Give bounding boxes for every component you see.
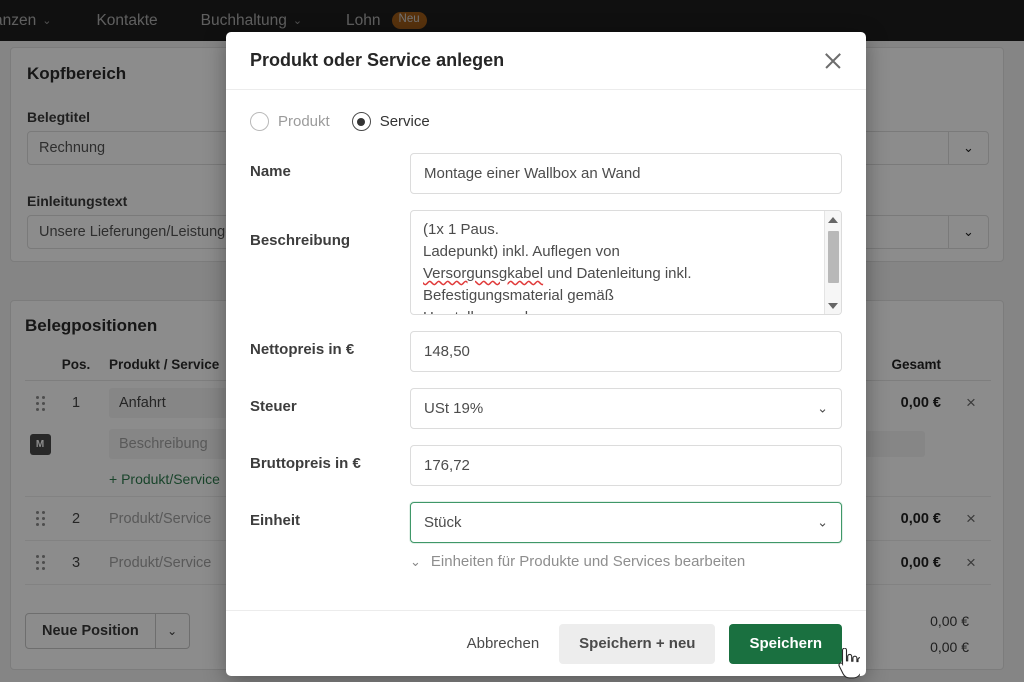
radio-option-produkt-label: Produkt xyxy=(278,113,330,130)
type-radio-group: Produkt Service xyxy=(250,112,842,131)
name-label: Name xyxy=(250,163,291,180)
description-line-4: Befestigungsmaterial gemäß xyxy=(423,287,614,304)
gross-price-input[interactable]: 176,72 xyxy=(410,445,842,486)
tax-field-row: Steuer USt 19% ⌄ xyxy=(250,388,842,429)
tax-label: Steuer xyxy=(250,398,297,415)
net-price-input[interactable]: 148,50 xyxy=(410,331,842,372)
radio-circle-icon xyxy=(250,112,269,131)
unit-label: Einheit xyxy=(250,512,301,529)
description-label: Beschreibung xyxy=(250,232,351,249)
net-price-field-row: Nettopreis in € 148,50 xyxy=(250,331,842,372)
tax-value: USt 19% xyxy=(424,400,484,417)
description-line-2: Ladepunkt) inkl. Auflegen von xyxy=(423,243,620,260)
radio-circle-selected-icon xyxy=(351,112,371,131)
dialog-footer: Abbrechen Speichern + neu Speichern xyxy=(226,610,866,676)
description-misspelled-word: Versorgunsgkabel xyxy=(423,265,544,282)
name-input[interactable]: Montage einer Wallbox an Wand xyxy=(410,153,842,194)
name-field-row: Name Montage einer Wallbox an Wand xyxy=(250,153,842,194)
description-text: (1x 1 Paus. Ladepunkt) inkl. Auflegen von… xyxy=(411,211,829,314)
dialog-body: Produkt Service Name Montage einer Wallb… xyxy=(226,90,866,610)
create-product-or-service-dialog: Produkt oder Service anlegen Produkt Ser… xyxy=(226,32,866,676)
description-line-1: (1x 1 Paus. xyxy=(423,221,499,238)
edit-units-label: Einheiten für Produkte und Services bear… xyxy=(430,553,746,570)
edit-units-link[interactable]: ⌄ Einheiten für Produkte und Services be… xyxy=(410,553,842,570)
description-field-row: Beschreibung (1x 1 Paus. Ladepunkt) inkl.… xyxy=(250,210,842,315)
description-scrollbar[interactable] xyxy=(824,211,841,314)
net-price-label: Nettopreis in € xyxy=(250,341,355,358)
tax-select[interactable]: USt 19% xyxy=(410,388,842,429)
close-icon[interactable] xyxy=(818,46,848,76)
description-line-3-rest: und Datenleitung inkl. xyxy=(543,265,692,282)
name-input-value: Montage einer Wallbox an Wand xyxy=(424,165,641,182)
unit-field-row: Einheit Stück ⌄ xyxy=(250,502,842,543)
gross-price-value: 176,72 xyxy=(424,457,470,474)
unit-select[interactable]: Stück xyxy=(410,502,842,543)
description-textarea[interactable]: (1x 1 Paus. Ladepunkt) inkl. Auflegen von… xyxy=(410,210,842,315)
cancel-button[interactable]: Abbrechen xyxy=(461,624,546,664)
radio-option-service-label: Service xyxy=(379,113,430,130)
radio-option-service[interactable]: Service xyxy=(351,112,430,131)
radio-option-produkt[interactable]: Produkt xyxy=(250,112,330,131)
gross-price-field-row: Bruttopreis in € 176,72 xyxy=(250,445,842,486)
gross-price-label: Bruttopreis in € xyxy=(250,455,361,472)
description-line-5: Herstellervorgabe. xyxy=(423,309,546,314)
dialog-title: Produkt oder Service anlegen xyxy=(250,50,505,70)
chevron-down-icon: ⌄ xyxy=(410,553,421,569)
scroll-down-icon[interactable] xyxy=(828,297,838,314)
dialog-header: Produkt oder Service anlegen xyxy=(226,32,866,90)
save-button[interactable]: Speichern xyxy=(729,623,842,664)
unit-value: Stück xyxy=(424,514,462,531)
save-and-new-button[interactable]: Speichern + neu xyxy=(559,623,716,664)
scrollbar-thumb[interactable] xyxy=(827,231,839,283)
scroll-up-icon[interactable] xyxy=(828,211,838,228)
mouse-cursor-pointer-icon xyxy=(838,648,860,679)
net-price-value: 148,50 xyxy=(424,343,470,360)
